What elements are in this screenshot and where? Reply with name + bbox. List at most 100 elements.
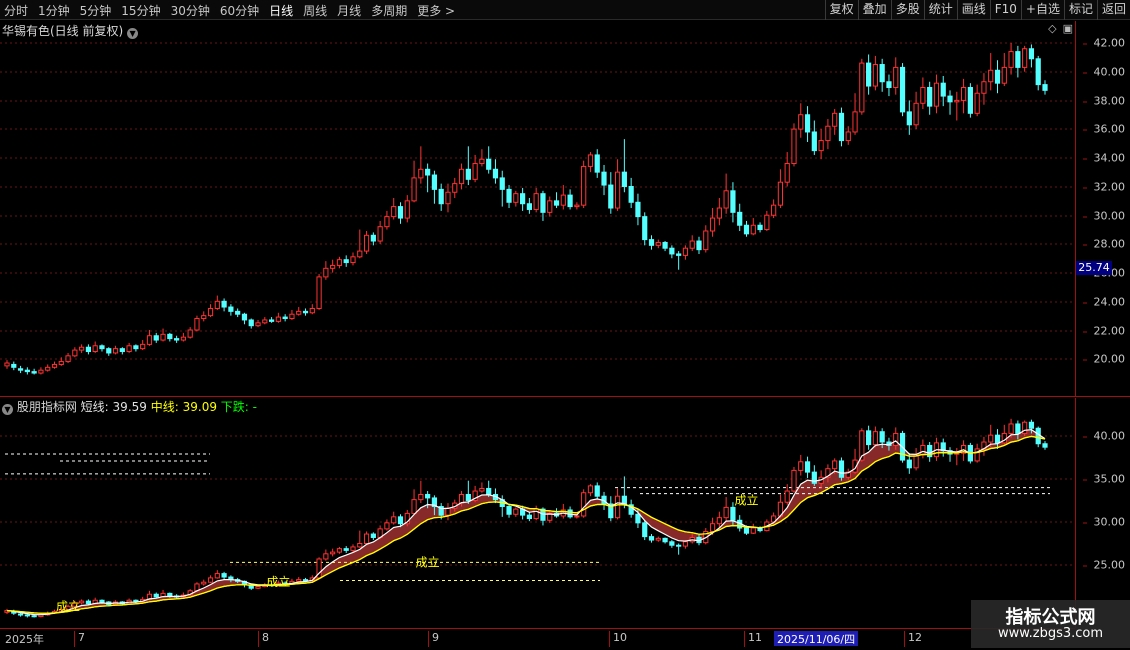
tab-more[interactable]: 更多 > [417, 2, 455, 19]
price-candle [180, 336, 186, 341]
price-candle [99, 345, 105, 350]
tab-multi-period[interactable]: 多周期 [371, 2, 407, 19]
ind-candle [296, 579, 302, 582]
price-candle [947, 95, 953, 103]
ind-candle [425, 493, 431, 499]
price-candle [289, 313, 295, 320]
tab-60min[interactable]: 60分钟 [220, 2, 259, 19]
ind-candle [750, 527, 756, 534]
indicator-chart[interactable]: 成立成立成立成立 [0, 398, 1075, 628]
price-candle [587, 154, 594, 167]
y-tick: 40.00 [1082, 65, 1125, 79]
price-candle [954, 99, 960, 103]
ind-candle [397, 516, 404, 525]
x-label-year: 2025年 [5, 633, 44, 646]
tab-15min[interactable]: 15分钟 [121, 2, 160, 19]
ind-candle [533, 508, 539, 520]
ind-candle [370, 533, 376, 538]
price-candle [723, 190, 729, 209]
chevron-down-icon[interactable]: ▼ [127, 28, 139, 39]
price-candle [628, 186, 634, 203]
stock-chart-window: 分时 1分钟 5分钟 15分钟 30分钟 60分钟 日线 周线 月线 多周期 更… [0, 0, 1130, 650]
price-candle [92, 345, 98, 353]
ind-candle [207, 577, 214, 583]
y-tick: 20.00 [1082, 352, 1125, 366]
ind-candle [791, 469, 797, 492]
price-candle [866, 62, 872, 87]
ind-candle [730, 506, 736, 521]
indicator-name: 股朋指标网 [16, 400, 77, 414]
mid-line [6, 435, 1046, 614]
add-watchlist-button[interactable]: +自选 [1020, 0, 1064, 20]
draw-line-button[interactable]: 画线 [956, 0, 990, 20]
indicator-pane[interactable]: 成立 成立 成立 成立 ▼ 股朋指标网 短线: 39.59 中线: 39.09 下跌:… [0, 398, 1075, 628]
ind-candle [832, 460, 838, 470]
price-candle [798, 114, 804, 130]
mark-button[interactable]: 标记 [1063, 0, 1097, 20]
x-label-month: 11 [744, 631, 762, 647]
price-candle [38, 369, 44, 374]
annotation-label: 成立 [266, 574, 290, 589]
stock-title[interactable]: 华锡有色(日线 前复权) ▼ [2, 22, 139, 39]
price-candle [906, 111, 912, 126]
y-tick: 25.00 [1082, 558, 1125, 572]
price-candle [696, 240, 702, 251]
ind-candle [526, 514, 532, 520]
tab-1min[interactable]: 1分钟 [38, 2, 70, 19]
overlay-button[interactable]: 叠加 [857, 0, 891, 20]
price-candle [133, 345, 139, 350]
ind-candle [330, 551, 336, 555]
price-candle [567, 194, 573, 208]
ind-candle [31, 615, 37, 618]
ind-candle [648, 536, 655, 541]
tab-monthly[interactable]: 月线 [337, 2, 361, 19]
tab-30min[interactable]: 30分钟 [171, 2, 210, 19]
adjust-button[interactable]: 复权 [824, 0, 858, 20]
multi-stock-button[interactable]: 多股 [890, 0, 924, 20]
price-candle [418, 168, 424, 179]
price-candle [140, 343, 146, 350]
candlestick-chart[interactable] [0, 21, 1075, 397]
price-candle [126, 345, 132, 353]
diamond-icon[interactable]: ◇ [1048, 22, 1056, 35]
tab-5min[interactable]: 5分钟 [80, 2, 112, 19]
chevron-down-icon[interactable]: ▼ [2, 404, 13, 415]
ind-candle [323, 553, 329, 560]
f10-button[interactable]: F10 [989, 0, 1021, 20]
price-candle [974, 92, 980, 114]
tab-intraday[interactable]: 分时 [4, 2, 28, 19]
tab-weekly[interactable]: 周线 [303, 2, 327, 19]
tab-daily[interactable]: 日线 [269, 2, 293, 19]
price-candle [452, 183, 458, 193]
ind-candle [24, 614, 30, 617]
price-candle [757, 224, 763, 231]
ind-candle [357, 543, 363, 548]
ind-candle [221, 573, 227, 578]
indicator-title[interactable]: ▼ 股朋指标网 短线: 39.59 中线: 39.09 下跌: - [2, 398, 257, 415]
price-candle [296, 310, 302, 315]
ind-candle [17, 613, 24, 616]
price-candle [988, 69, 994, 83]
ind-candle [872, 431, 878, 446]
price-candle [621, 171, 627, 187]
ind-candle [988, 434, 994, 443]
ind-candle [465, 493, 471, 502]
price-candle [438, 188, 444, 205]
y-tick: 42.00 [1082, 36, 1125, 50]
price-pane[interactable]: 华锡有色(日线 前复权) ▼ ◇ ▣ [0, 21, 1075, 397]
window-restore-icon[interactable]: ▣ [1063, 22, 1073, 35]
price-candle [411, 177, 417, 202]
price-candle [648, 239, 655, 246]
ind-candle [709, 523, 716, 532]
back-button[interactable]: 返回 [1096, 0, 1130, 20]
price-candle [112, 348, 119, 354]
price-candle [1042, 84, 1048, 91]
price-candle [248, 319, 254, 327]
price-candle [838, 112, 845, 142]
price-candle [1015, 51, 1021, 68]
ind-candle [866, 430, 872, 446]
price-candle [540, 193, 546, 213]
stats-button[interactable]: 统计 [923, 0, 957, 20]
price-candle [879, 64, 885, 83]
ind-candle [255, 586, 261, 589]
